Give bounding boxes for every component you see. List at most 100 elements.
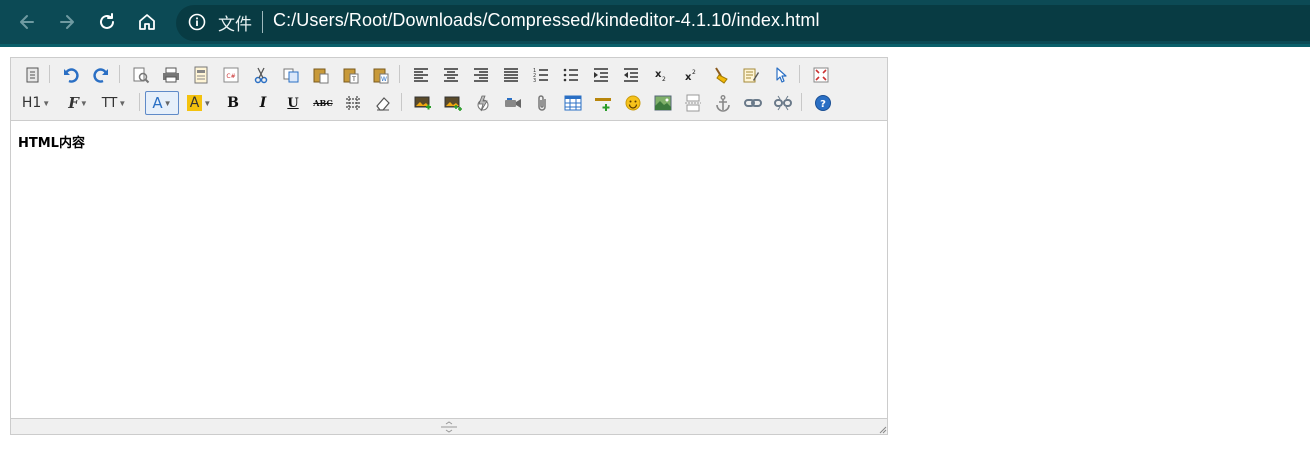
code-button[interactable]: C# xyxy=(219,63,243,87)
toolbar-separator xyxy=(119,65,120,83)
unordered-list-button[interactable] xyxy=(559,63,583,87)
toolbar-separator xyxy=(799,65,800,83)
forecolor-button[interactable]: A ▼ xyxy=(145,91,179,115)
template-button[interactable] xyxy=(189,63,213,87)
table-button[interactable] xyxy=(561,91,585,115)
reload-button[interactable] xyxy=(94,9,120,35)
undo-icon xyxy=(64,68,79,83)
multi-image-icon xyxy=(444,96,462,111)
fontsize-dropdown[interactable]: TT ▼ xyxy=(99,91,129,115)
removeformat-button[interactable] xyxy=(371,91,395,115)
italic-label: I xyxy=(259,95,267,111)
forecolor-label: A xyxy=(152,94,163,112)
cursor-icon xyxy=(776,67,787,83)
strikethrough-button[interactable]: ABC xyxy=(311,91,335,115)
image-button[interactable] xyxy=(411,91,435,115)
paste-button[interactable] xyxy=(309,63,333,87)
editor-content-area[interactable]: HTML内容 xyxy=(11,122,887,418)
flash-button[interactable] xyxy=(471,91,495,115)
help-icon: ? xyxy=(815,95,831,111)
cut-button[interactable] xyxy=(249,63,273,87)
arrow-left-icon xyxy=(20,15,34,29)
underline-label: U xyxy=(287,95,299,111)
justify-right-button[interactable] xyxy=(469,63,493,87)
select-all-button[interactable] xyxy=(769,63,793,87)
paste-word-button[interactable]: W xyxy=(369,63,393,87)
undo-button[interactable] xyxy=(59,63,83,87)
quick-format-icon xyxy=(743,68,759,83)
superscript-button[interactable]: x2 xyxy=(679,63,703,87)
underline-button[interactable]: U xyxy=(281,91,305,115)
italic-button[interactable]: I xyxy=(251,91,275,115)
kindeditor: C# T W 1 2 3 x 2 x 2 H1 ▼ F ▼ TT ▼ A ▼ A… xyxy=(10,57,888,435)
source-button[interactable] xyxy=(21,63,45,87)
svg-text:2: 2 xyxy=(662,76,666,83)
fontname-dropdown[interactable]: F ▼ xyxy=(63,91,93,115)
bold-button[interactable]: B xyxy=(221,91,245,115)
copy-button[interactable] xyxy=(279,63,303,87)
indent-icon xyxy=(594,68,608,82)
about-button[interactable]: ? xyxy=(811,91,835,115)
preview-icon xyxy=(133,67,150,84)
indent-button[interactable] xyxy=(589,63,613,87)
reload-icon xyxy=(100,13,114,29)
clear-html-button[interactable] xyxy=(709,63,733,87)
hr-button[interactable] xyxy=(591,91,615,115)
pagebreak-button[interactable] xyxy=(681,91,705,115)
forward-button[interactable] xyxy=(54,9,80,35)
bold-label: B xyxy=(227,95,239,111)
editor-content-text[interactable]: HTML内容 xyxy=(18,132,85,151)
redo-button[interactable] xyxy=(89,63,113,87)
resize-handle-icon[interactable] xyxy=(439,421,459,433)
justify-left-button[interactable] xyxy=(409,63,433,87)
preview-button[interactable] xyxy=(129,63,153,87)
unlink-button[interactable] xyxy=(771,91,795,115)
editor-statusbar xyxy=(11,418,887,434)
media-button[interactable] xyxy=(501,91,525,115)
caret-down-icon: ▼ xyxy=(42,98,51,108)
bullet-list-icon xyxy=(563,68,578,82)
lineheight-button[interactable] xyxy=(341,91,365,115)
url-text[interactable]: C:/Users/Root/Downloads/Compressed/kinde… xyxy=(273,10,820,31)
info-icon[interactable] xyxy=(188,13,206,31)
quick-format-button[interactable] xyxy=(739,63,763,87)
fullscreen-button[interactable] xyxy=(809,63,833,87)
toolbar-separator xyxy=(49,65,50,83)
paste-icon xyxy=(313,68,329,84)
paste-plain-button[interactable]: T xyxy=(339,63,363,87)
ordered-list-icon: 123 xyxy=(533,68,548,84)
justify-center-button[interactable] xyxy=(439,63,463,87)
outdent-icon xyxy=(624,68,638,82)
link-button[interactable] xyxy=(741,91,765,115)
caret-down-icon: ▼ xyxy=(118,98,127,108)
anchor-button[interactable] xyxy=(711,91,735,115)
paste-word-icon: W xyxy=(373,68,389,84)
subscript-button[interactable]: x2 xyxy=(649,63,673,87)
justify-full-button[interactable] xyxy=(499,63,523,87)
video-camera-icon xyxy=(505,98,521,108)
subscript-icon: x2 xyxy=(655,69,666,83)
editor-toolbar: C# T W 1 2 3 x 2 x 2 H1 ▼ F ▼ TT ▼ A ▼ A… xyxy=(11,58,887,121)
template-icon xyxy=(194,66,208,84)
print-button[interactable] xyxy=(159,63,183,87)
code-icon: C# xyxy=(223,67,239,83)
insertfile-button[interactable] xyxy=(531,91,555,115)
emoticons-button[interactable] xyxy=(621,91,645,115)
resize-corner-icon[interactable] xyxy=(877,424,887,434)
svg-text:x: x xyxy=(685,72,692,83)
home-button[interactable] xyxy=(134,9,160,35)
toolbar-separator xyxy=(399,65,400,83)
baidumap-button[interactable] xyxy=(651,91,675,115)
font-name-label: F xyxy=(68,94,79,112)
copy-icon xyxy=(283,68,299,83)
align-left-icon xyxy=(414,68,428,82)
multiimage-button[interactable] xyxy=(441,91,465,115)
hilitecolor-button[interactable]: A ▼ xyxy=(183,91,215,115)
outdent-button[interactable] xyxy=(619,63,643,87)
toolbar-separator xyxy=(801,93,802,111)
back-button[interactable] xyxy=(14,9,40,35)
ordered-list-button[interactable]: 123 xyxy=(529,63,553,87)
formatblock-dropdown[interactable]: H1 ▼ xyxy=(21,91,51,115)
align-justify-icon xyxy=(504,68,518,82)
horizontal-rule-icon xyxy=(595,98,611,111)
